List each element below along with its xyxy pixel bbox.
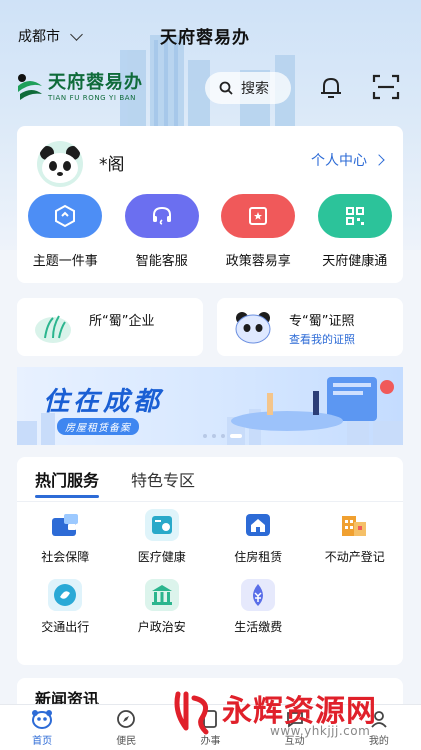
top-bar: 成都市 天府蓉易办: [0, 18, 421, 52]
hexagon-icon: [28, 194, 103, 238]
service-item-household[interactable]: 户政治安: [114, 579, 211, 635]
medical-card-icon: [144, 509, 179, 541]
bamboo-icon: [35, 315, 71, 343]
headset-icon: [124, 194, 199, 238]
banner-title: 住在成都: [43, 387, 164, 417]
compass-icon: [117, 710, 136, 728]
scan-icon[interactable]: [372, 74, 400, 100]
carousel-dot-active: [230, 434, 242, 438]
carousel-dot: [212, 434, 216, 438]
brand-logo: 天府蓉易办 TIAN FU RONG YI BAN: [16, 72, 143, 102]
quick-action-label: 智能客服: [135, 254, 188, 269]
quick-action-label: 主题一件事: [32, 254, 98, 269]
enterprise-card[interactable]: 所“蜀”企业: [17, 298, 203, 356]
service-label: 生活缴费: [234, 620, 283, 634]
quick-action-service[interactable]: 智能客服: [116, 194, 208, 269]
search-label: 搜索: [241, 81, 269, 97]
policy-star-icon: [221, 194, 296, 238]
transport-icon: [48, 579, 83, 611]
user-card: *阁 个人中心 主题一件事 智能客服 政策蓉易享 天府健康通: [17, 126, 403, 283]
qr-code-icon: [317, 194, 392, 238]
bell-icon[interactable]: [318, 74, 344, 100]
nav-home[interactable]: 首页: [0, 705, 84, 750]
tabs-divider: [17, 501, 403, 502]
service-label: 住房租赁: [234, 550, 283, 564]
chevron-down-icon: [70, 27, 83, 41]
banner-illustration: [231, 377, 394, 431]
services-card: 热门服务 特色专区 社会保障 医疗健康 住房租赁 不动产登记 交通出行 户政治安…: [17, 457, 403, 665]
watermark-url: www.yhkjjj.com: [270, 724, 371, 738]
certificate-card[interactable]: 专“蜀”证照 查看我的证照: [217, 298, 403, 356]
service-label: 交通出行: [41, 620, 90, 634]
quick-action-label: 天府健康通: [322, 254, 388, 269]
city-selector[interactable]: 成都市: [18, 26, 83, 46]
nav-label: 首页: [32, 736, 53, 747]
tab-hot-services[interactable]: 热门服务: [35, 467, 100, 498]
service-item-utilities[interactable]: 生活缴费: [210, 579, 307, 635]
house-icon: [241, 509, 275, 541]
certificate-title: 专“蜀”证照: [289, 314, 355, 329]
quick-action-theme[interactable]: 主题一件事: [19, 194, 111, 269]
service-item-transport[interactable]: 交通出行: [17, 579, 114, 635]
quick-actions: 主题一件事 智能客服 政策蓉易享 天府健康通: [17, 194, 403, 269]
search-icon: [219, 81, 233, 95]
service-item-real-estate[interactable]: 不动产登记: [307, 509, 404, 565]
wallet-icon: [48, 509, 82, 541]
carousel-dot: [221, 434, 225, 438]
promo-banner[interactable]: 住在成都 房屋租赁备案: [17, 367, 403, 445]
building-icon: [338, 509, 372, 541]
search-button[interactable]: 搜索: [205, 72, 291, 104]
avatar[interactable]: [37, 141, 83, 187]
service-item-medical[interactable]: 医疗健康: [114, 509, 211, 565]
brand-name-en: TIAN FU RONG YI BAN: [48, 94, 137, 102]
personal-center-link[interactable]: 个人中心: [311, 150, 385, 170]
user-name: *阁: [99, 155, 125, 175]
service-label: 户政治安: [137, 620, 186, 634]
carousel-dot: [203, 434, 207, 438]
service-label: 社会保障: [41, 550, 90, 564]
watermark-logo-icon: [174, 691, 209, 735]
panda-home-icon: [32, 710, 53, 729]
nav-convenience[interactable]: 便民: [84, 705, 168, 750]
service-label: 医疗健康: [137, 550, 186, 564]
quick-action-policy[interactable]: 政策蓉易享: [212, 194, 304, 269]
enterprise-title: 所“蜀”企业: [89, 314, 155, 329]
banner-subtitle: 房屋租赁备案: [57, 418, 139, 435]
carousel-indicator: [203, 434, 242, 438]
chevron-right-icon: [373, 154, 385, 166]
app-title: 天府蓉易办: [160, 28, 250, 48]
yen-drop-icon: [241, 579, 276, 611]
nav-label: 便民: [116, 736, 137, 747]
panda-avatar-icon: [40, 146, 80, 183]
service-label: 不动产登记: [324, 550, 385, 564]
view-certificates-link[interactable]: 查看我的证照: [289, 331, 355, 347]
personal-center-label: 个人中心: [311, 153, 367, 169]
service-item-social-security[interactable]: 社会保障: [17, 509, 114, 565]
brand-name: 天府蓉易办: [48, 72, 143, 93]
panda-certificate-icon: [235, 312, 271, 344]
quick-action-health[interactable]: 天府健康通: [309, 194, 401, 269]
service-item-housing[interactable]: 住房租赁: [210, 509, 307, 565]
panda-logo-icon: [18, 74, 42, 100]
city-label: 成都市: [18, 29, 60, 45]
service-tabs: 热门服务 特色专区: [35, 467, 195, 498]
government-icon: [144, 579, 179, 611]
quick-action-label: 政策蓉易享: [225, 254, 291, 269]
tab-featured[interactable]: 特色专区: [131, 467, 195, 491]
service-grid: 社会保障 医疗健康 住房租赁 不动产登记 交通出行 户政治安 生活缴费: [17, 509, 403, 635]
